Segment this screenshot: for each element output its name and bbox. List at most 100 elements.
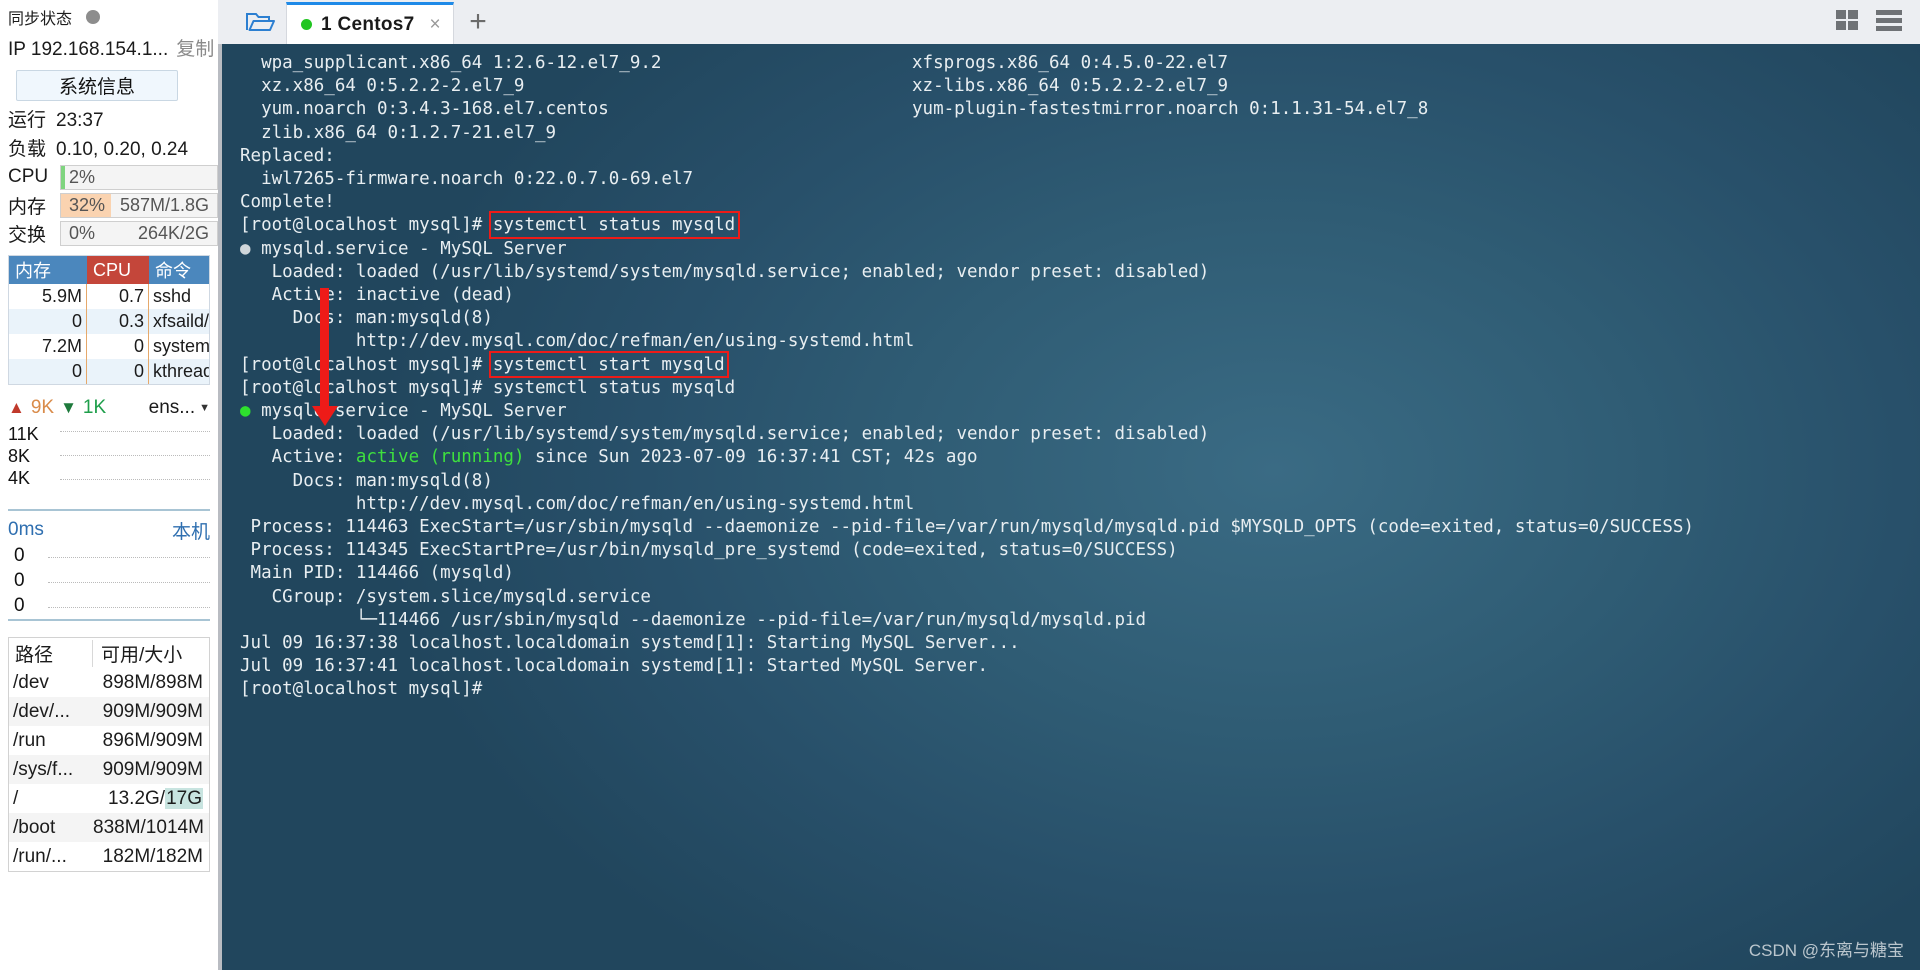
system-info-button[interactable]: 系统信息	[16, 70, 178, 101]
disk-path: /	[13, 787, 19, 809]
terminal-line: yum.noarch 0:3.4.3-168.el7.centos yum-plu…	[240, 98, 1920, 121]
swap-detail-text: 264K/2G	[137, 222, 209, 243]
ip-address-text: IP 192.168.154.1...	[8, 39, 169, 60]
terminal-line-right-column: xz-libs.x86_64 0:5.2.2-2.el7_9	[912, 76, 1229, 97]
latency-y-tick-2: 0	[14, 595, 25, 616]
network-interface-selector[interactable]: ens... ▼	[149, 397, 210, 419]
load-average-row: 负载 0.10, 0.20, 0.24	[0, 134, 218, 163]
network-y-tick-1: 8K	[8, 446, 31, 466]
process-col-command[interactable]: 命令	[149, 256, 209, 284]
disk-row[interactable]: /boot 838M/1014M	[9, 813, 209, 842]
cpu-meter: 2%	[60, 164, 218, 190]
disk-col-usage[interactable]: 可用/大小	[93, 640, 209, 667]
disk-path: /dev/...	[13, 700, 71, 722]
disk-usage: 182M/182M	[102, 845, 203, 867]
terminal-line: Active: active (running) since Sun 2023-…	[240, 447, 978, 468]
process-col-memory[interactable]: 内存	[9, 256, 87, 284]
latency-y-tick-1: 0	[14, 570, 25, 591]
memory-meter-row: 内存 32% 587M/1.8G	[0, 191, 218, 219]
terminal-line: ● mysqld.service - MySQL Server	[240, 238, 567, 259]
new-tab-button[interactable]: +	[454, 0, 502, 44]
open-folder-button[interactable]	[234, 0, 286, 44]
swap-label: 交换	[8, 224, 47, 246]
terminal-line-right-column: yum-plugin-fastestmirror.noarch 0:1.1.31…	[912, 99, 1429, 120]
disk-row[interactable]: /run 896M/909M	[9, 726, 209, 755]
service-status-dot-icon: ●	[240, 401, 251, 422]
disk-col-path[interactable]: 路径	[9, 639, 93, 667]
network-interface-label: ens...	[148, 397, 196, 418]
disk-row[interactable]: / 13.2G/17G	[9, 784, 209, 813]
process-cpu: 0.7	[87, 284, 149, 309]
memory-meter: 32% 587M/1.8G	[60, 192, 218, 218]
disk-path: /boot	[13, 816, 56, 838]
system-monitor-sidebar: 同步状态 IP 192.168.154.1... 复制 系统信息 运行 23:3…	[0, 0, 218, 970]
terminal-line: Main PID: 114466 (mysqld)	[240, 563, 514, 584]
disk-usage-highlight: 17G	[165, 787, 203, 809]
disk-path: /dev	[13, 671, 49, 693]
terminal-line: [root@localhost mysql]# systemctl status…	[240, 377, 736, 398]
process-row[interactable]: 00kthreadd	[9, 359, 209, 384]
tab-title: 1 Centos7	[321, 13, 415, 35]
process-row[interactable]: 7.2M0systemd	[9, 334, 209, 359]
terminal-body-lines: Replaced: iwl7265-firmware.noarch 0:22.0…	[240, 145, 1920, 702]
terminal-line: xz.x86_64 0:5.2.2-2.el7_9 xz-libs.x86_64 …	[240, 75, 1920, 98]
terminal-package-list: wpa_supplicant.x86_64 1:2.6-12.el7_9.2 xf…	[240, 52, 1920, 145]
tab-bar: 1 Centos7 × +	[218, 0, 1920, 44]
terminal-line: iwl7265-firmware.noarch 0:22.0.7.0-69.el…	[240, 169, 694, 190]
process-cpu: 0	[87, 334, 149, 359]
process-table: 内存 CPU 命令 5.9M0.7sshd00.3xfsaild/d7.2M0s…	[8, 255, 210, 385]
terminal-line: zlib.x86_64 0:1.2.7-21.el7_9	[240, 122, 557, 143]
network-chart-y-axis: 11K 8K 4K	[8, 423, 56, 509]
latency-value: 0ms	[8, 519, 44, 540]
terminal-line: └─114466 /usr/sbin/mysqld --daemonize --…	[240, 609, 1147, 630]
process-col-cpu[interactable]: CPU	[87, 256, 149, 284]
disk-path: /run/...	[13, 845, 67, 867]
disk-usage: 909M/909M	[102, 758, 203, 780]
disk-path: /run	[13, 729, 46, 751]
latency-summary-row: 0ms 本机	[8, 517, 210, 543]
grid-view-icon[interactable]	[1836, 9, 1860, 36]
sync-status-label: 同步状态	[8, 11, 73, 28]
network-y-tick-0: 11K	[8, 424, 39, 444]
service-status-dot-icon: ●	[240, 238, 251, 259]
swap-percent-text: 0%	[69, 222, 96, 243]
ip-address-row: IP 192.168.154.1... 复制	[0, 34, 218, 64]
disk-table-body: /dev 898M/898M/dev/... 909M/909M/run 896M/9…	[9, 668, 209, 871]
terminal-line: Replaced:	[240, 145, 335, 166]
swap-meter: 0% 264K/2G	[60, 220, 218, 246]
sync-status-indicator-icon	[86, 10, 101, 24]
terminal-line: ● mysqld.service - MySQL Server	[240, 401, 567, 422]
process-command: xfsaild/d	[153, 311, 209, 331]
uptime-row: 运行 23:37	[0, 105, 218, 134]
copy-ip-button[interactable]: 复制	[176, 34, 214, 61]
terminal-line: Loaded: loaded (/usr/lib/systemd/system/…	[240, 261, 1210, 282]
terminal-line: Loaded: loaded (/usr/lib/systemd/system/…	[240, 424, 1210, 445]
process-row[interactable]: 5.9M 0.7 sshd	[9, 284, 209, 309]
latency-target[interactable]: 本机	[172, 517, 210, 544]
terminal-tab-centos7[interactable]: 1 Centos7 ×	[286, 2, 454, 44]
process-memory: 0	[9, 359, 87, 384]
process-memory: 5.9M	[9, 284, 87, 309]
process-cpu: 0.3	[87, 309, 149, 334]
disk-row[interactable]: /run/... 182M/182M	[9, 842, 209, 871]
disk-usage-table: 路径 可用/大小 /dev 898M/898M/dev/... 909M/909M /…	[8, 637, 210, 872]
close-tab-icon[interactable]: ×	[430, 14, 441, 36]
disk-usage: 838M/1014M	[93, 816, 204, 838]
disk-usage: 896M/909M	[102, 729, 203, 751]
hamburger-menu-icon[interactable]	[1876, 9, 1902, 36]
terminal-line: Docs: man:mysqld(8)	[240, 470, 493, 491]
terminal-line: http://dev.mysql.com/doc/refman/en/using…	[240, 493, 915, 514]
load-value: 0.10, 0.20, 0.24	[56, 139, 189, 160]
disk-row[interactable]: /dev/... 909M/909M	[9, 697, 209, 726]
process-memory: 7.2M	[9, 334, 87, 359]
disk-row[interactable]: /sys/f... 909M/909M	[9, 755, 209, 784]
terminal-output[interactable]: wpa_supplicant.x86_64 1:2.6-12.el7_9.2 xf…	[218, 44, 1920, 970]
process-row[interactable]: 00.3xfsaild/d	[9, 309, 209, 334]
chevron-down-icon: ▼	[199, 402, 210, 414]
disk-path: /sys/f...	[13, 758, 74, 780]
process-memory: 0	[9, 309, 87, 334]
disk-row[interactable]: /dev 898M/898M	[9, 668, 209, 697]
disk-usage: 898M/898M	[102, 671, 203, 693]
process-command: sshd	[153, 286, 192, 306]
network-chart-plot	[60, 425, 210, 509]
